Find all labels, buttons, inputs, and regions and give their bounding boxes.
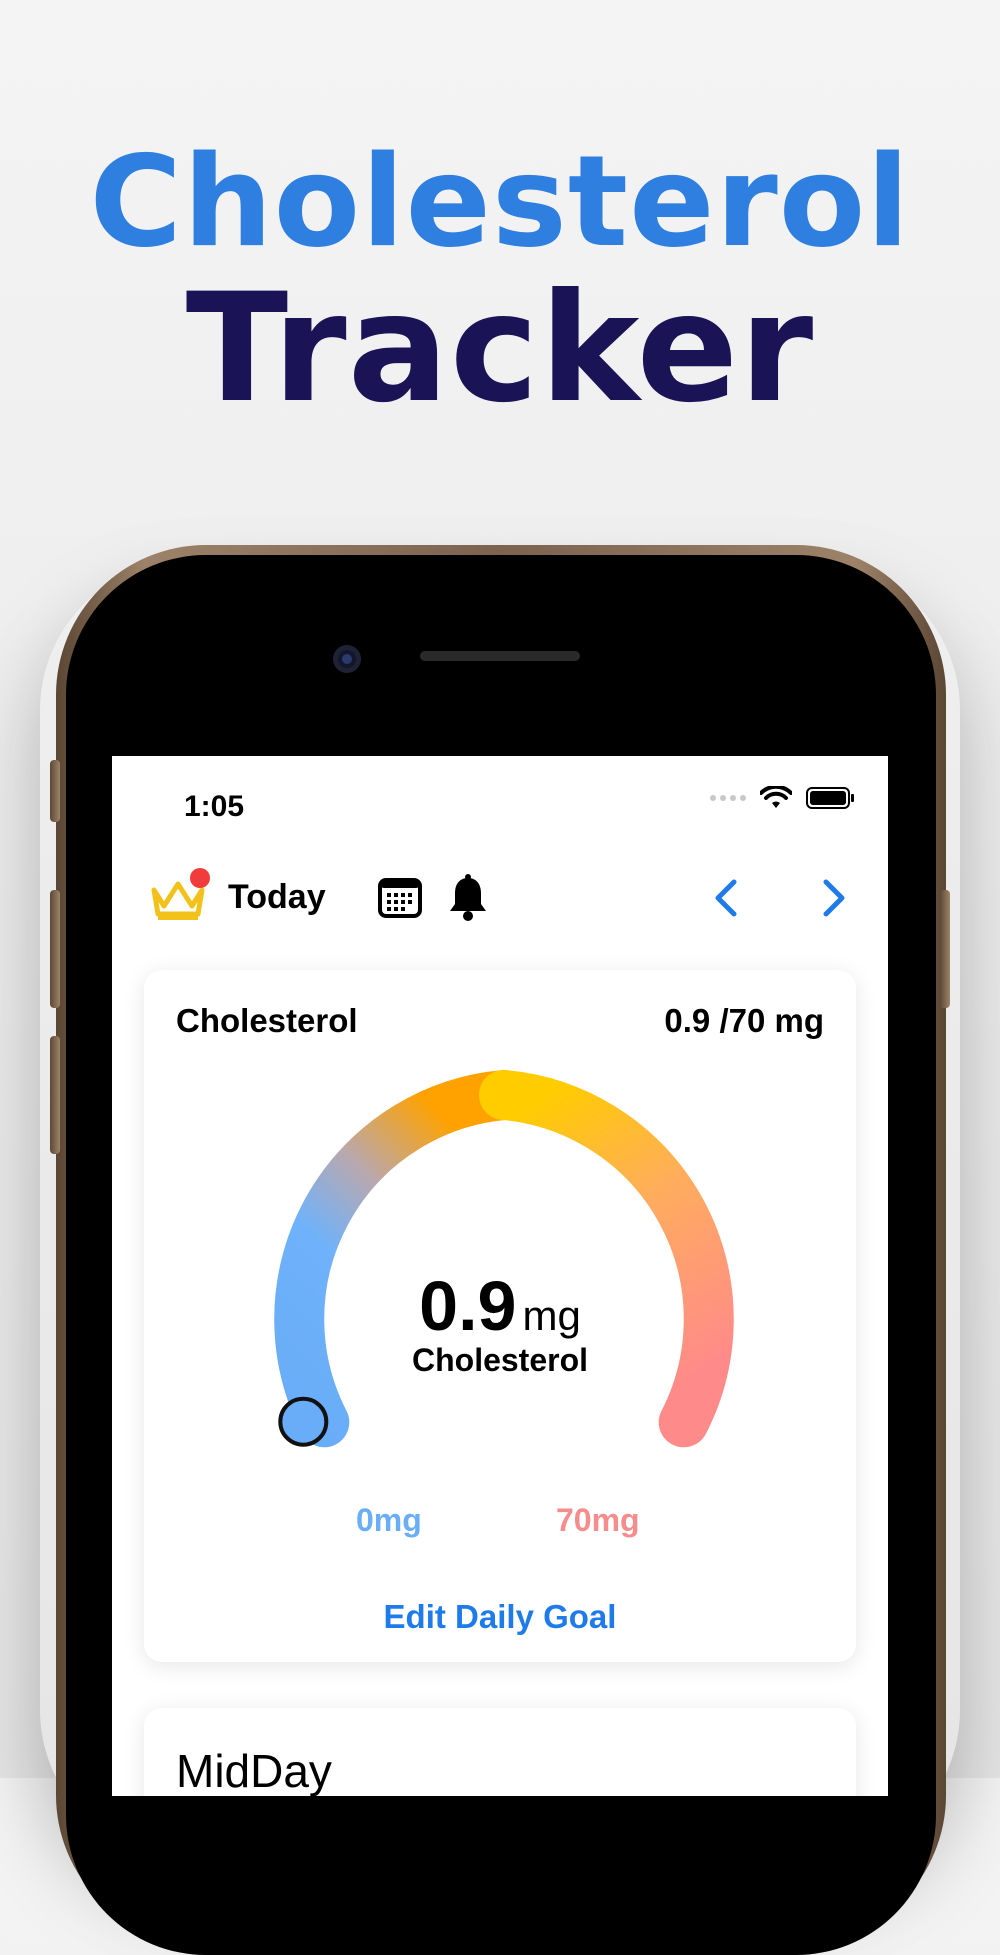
battery-icon xyxy=(806,787,854,809)
status-icons xyxy=(710,786,856,810)
phone-volume-up-button xyxy=(50,890,60,1008)
current-unit: mg xyxy=(522,1292,581,1339)
progress-text: 0.9 /70 mg xyxy=(664,1002,824,1039)
card-title: Cholesterol xyxy=(176,1002,358,1039)
edit-daily-goal-button[interactable]: Edit Daily Goal xyxy=(144,1598,856,1636)
status-time: 1:05 xyxy=(184,790,245,823)
current-value: 0.9 xyxy=(419,1267,517,1345)
front-camera xyxy=(333,645,361,673)
headline-line-1: Cholesterol xyxy=(89,128,911,275)
notification-badge xyxy=(190,868,210,888)
date-title[interactable]: Today xyxy=(228,878,326,917)
cholesterol-summary-card: Cholesterol 0.9 /70 mg 0.9 mg Cholestero… xyxy=(144,970,856,1662)
top-nav: Today xyxy=(148,868,852,928)
wifi-icon xyxy=(760,786,792,808)
cholesterol-gauge xyxy=(274,1070,734,1448)
center-label: Cholesterol xyxy=(411,1342,589,1378)
signal-dots-icon xyxy=(710,795,746,801)
chevron-right-icon[interactable] xyxy=(812,876,852,920)
gauge-max-label: 70mg xyxy=(556,1502,640,1538)
gauge-indicator-knob xyxy=(278,1396,329,1447)
meal-card-title: MidDay xyxy=(176,1745,332,1796)
phone-volume-down-button xyxy=(50,1036,60,1154)
app-screen: 1:05 Today Cholesterol 0.9 /70 mg 0.9 mg… xyxy=(112,756,888,1796)
headline-line-2: Tracker xyxy=(185,262,815,436)
calendar-icon[interactable] xyxy=(378,876,422,918)
earpiece-speaker xyxy=(420,651,580,661)
meal-card-midday[interactable]: MidDay xyxy=(144,1708,856,1796)
bell-icon[interactable] xyxy=(446,874,490,922)
phone-power-button xyxy=(940,890,950,1008)
center-value: 0.9 mg xyxy=(144,1266,856,1346)
chevron-left-icon[interactable] xyxy=(708,876,748,920)
phone-side-button xyxy=(50,760,60,822)
gauge-min-label: 0mg xyxy=(356,1502,422,1538)
